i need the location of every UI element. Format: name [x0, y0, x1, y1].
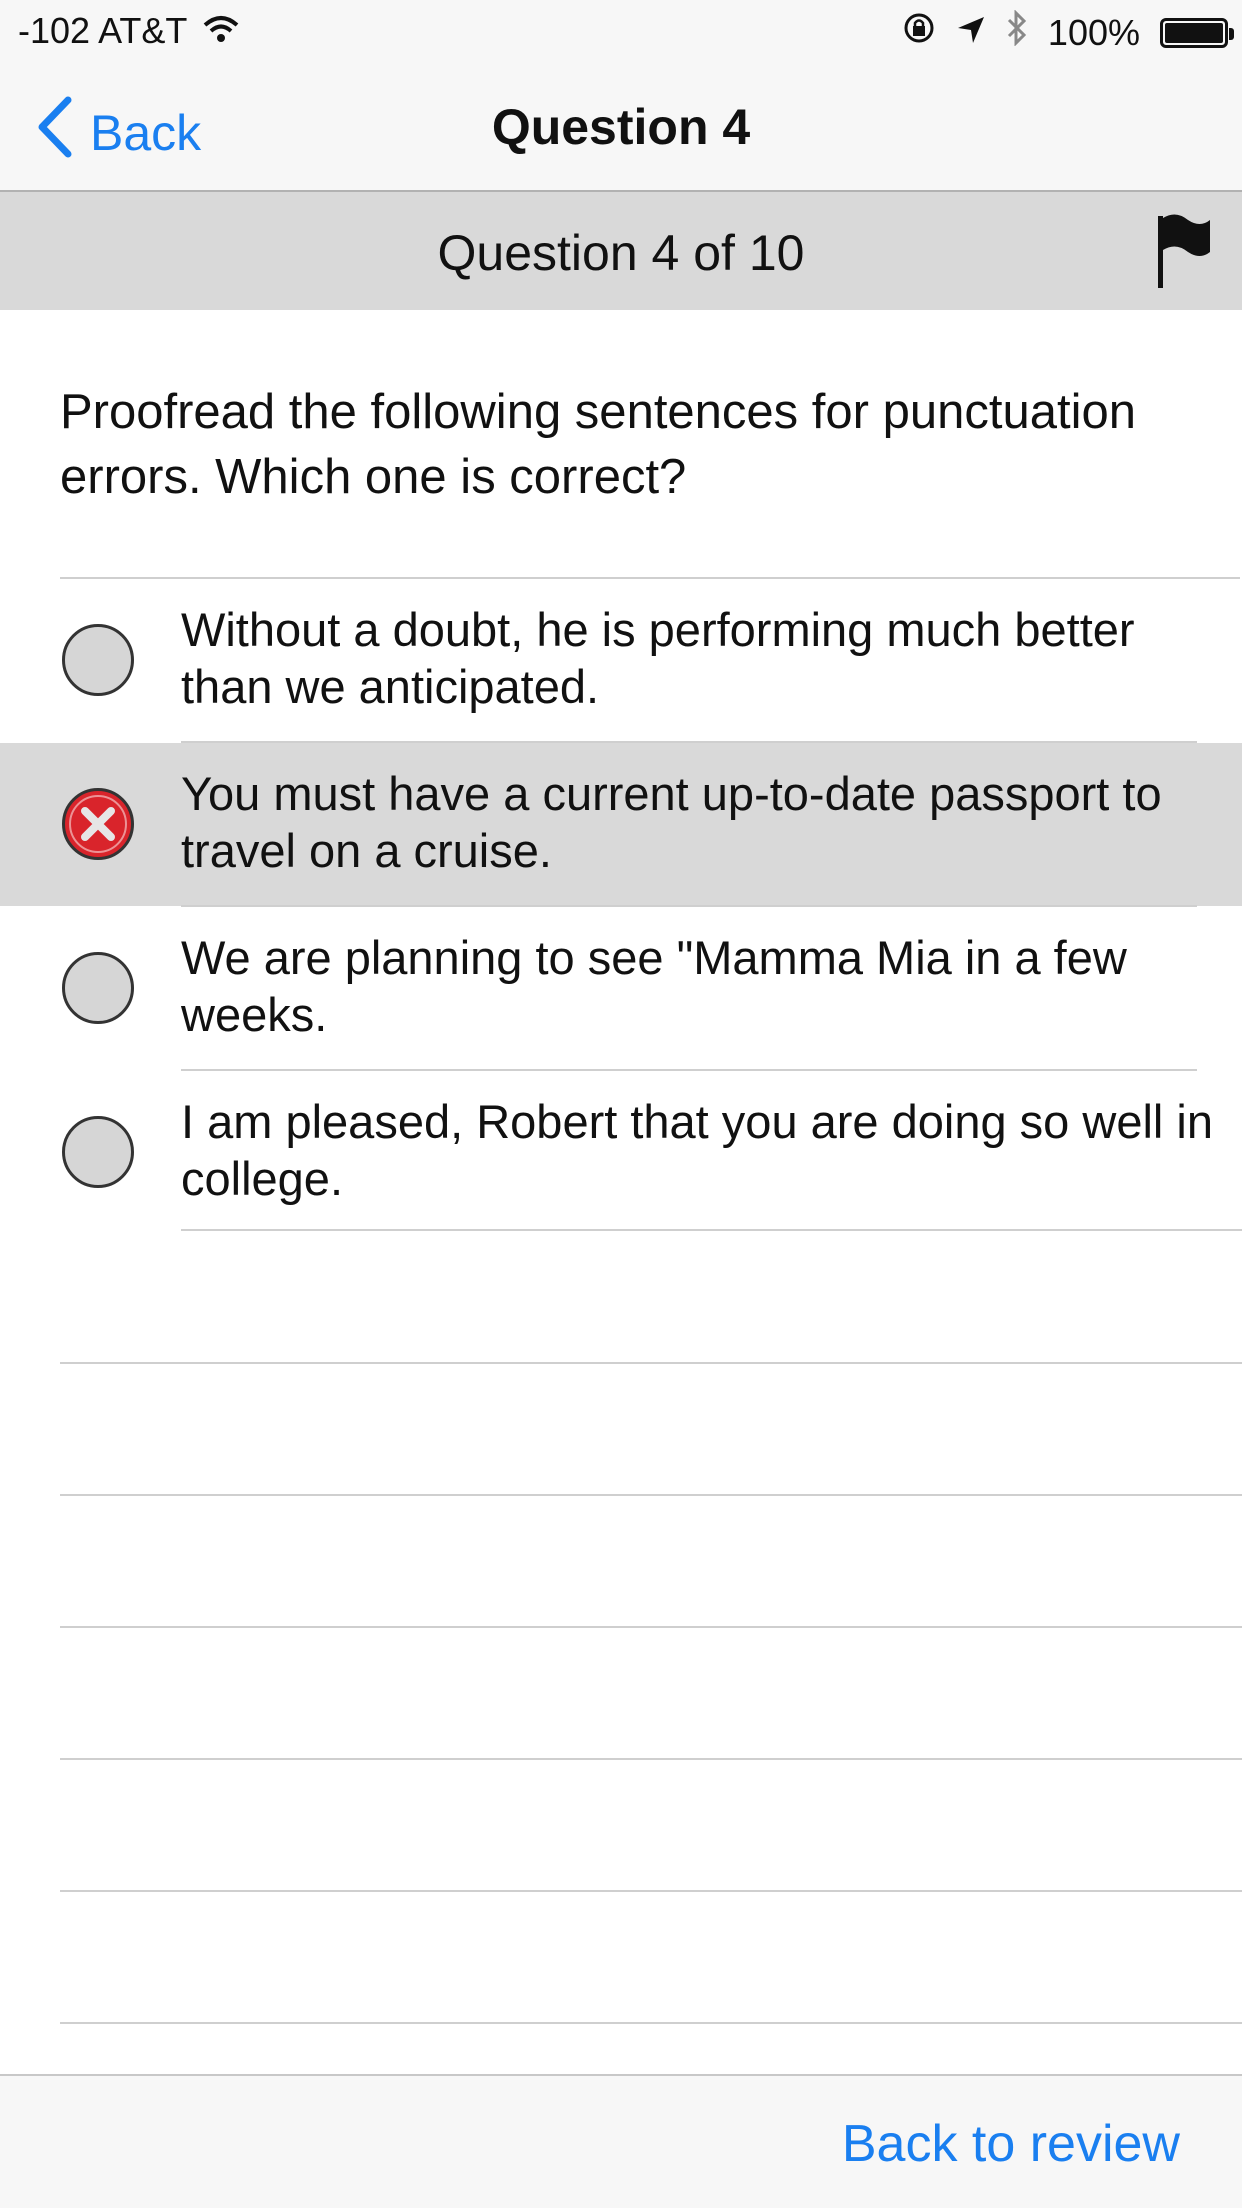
bluetooth-icon: [1006, 9, 1028, 55]
separator: [60, 1494, 1242, 1496]
question-progress-header: Question 4 of 10: [0, 192, 1242, 310]
battery-percent: 100%: [1047, 11, 1140, 53]
answer-text: Without a doubt, he is performing much b…: [181, 603, 1135, 713]
status-left: -102 AT&T: [18, 10, 239, 52]
answer-option-3[interactable]: We are planning to see "Mamma Mia in a f…: [0, 907, 1242, 1070]
answer-text: We are planning to see "Mamma Mia in a f…: [181, 931, 1127, 1041]
battery-fill: [1165, 22, 1223, 43]
answer-option-2[interactable]: You must have a current up-to-date passp…: [0, 743, 1242, 906]
radio-button-icon[interactable]: [62, 624, 134, 696]
separator: [60, 1362, 1242, 1364]
answer-text: You must have a current up-to-date passp…: [181, 767, 1162, 877]
navigation-bar: Back Question 4: [0, 62, 1242, 192]
back-to-review-button[interactable]: Back to review: [842, 2114, 1180, 2174]
answer-option-4[interactable]: I am pleased, Robert that you are doing …: [0, 1071, 1242, 1234]
wrong-answer-icon[interactable]: [62, 788, 134, 860]
bottom-toolbar: Back to review: [0, 2074, 1242, 2208]
separator: [60, 1626, 1242, 1628]
separator: [60, 1890, 1242, 1892]
carrier-label: -102 AT&T: [18, 10, 188, 51]
orientation-lock-icon: [902, 11, 936, 54]
answer-text: I am pleased, Robert that you are doing …: [181, 1095, 1213, 1205]
wifi-icon: [187, 10, 239, 52]
status-bar: -102 AT&T 100%: [0, 0, 1242, 62]
battery-icon: [1160, 17, 1234, 48]
location-arrow-icon: [956, 12, 986, 54]
question-text: Proofread the following sentences for pu…: [60, 385, 1136, 504]
answer-option-1[interactable]: Without a doubt, he is performing much b…: [0, 579, 1242, 742]
separator: [60, 2022, 1242, 2024]
status-right: 100%: [882, 9, 1234, 55]
radio-button-icon[interactable]: [62, 952, 134, 1024]
flag-icon[interactable]: [1154, 212, 1214, 297]
question-progress-label: Question 4 of 10: [437, 225, 805, 281]
page-title: Question 4: [491, 99, 751, 155]
separator: [60, 1758, 1242, 1760]
radio-button-icon[interactable]: [62, 1116, 134, 1188]
